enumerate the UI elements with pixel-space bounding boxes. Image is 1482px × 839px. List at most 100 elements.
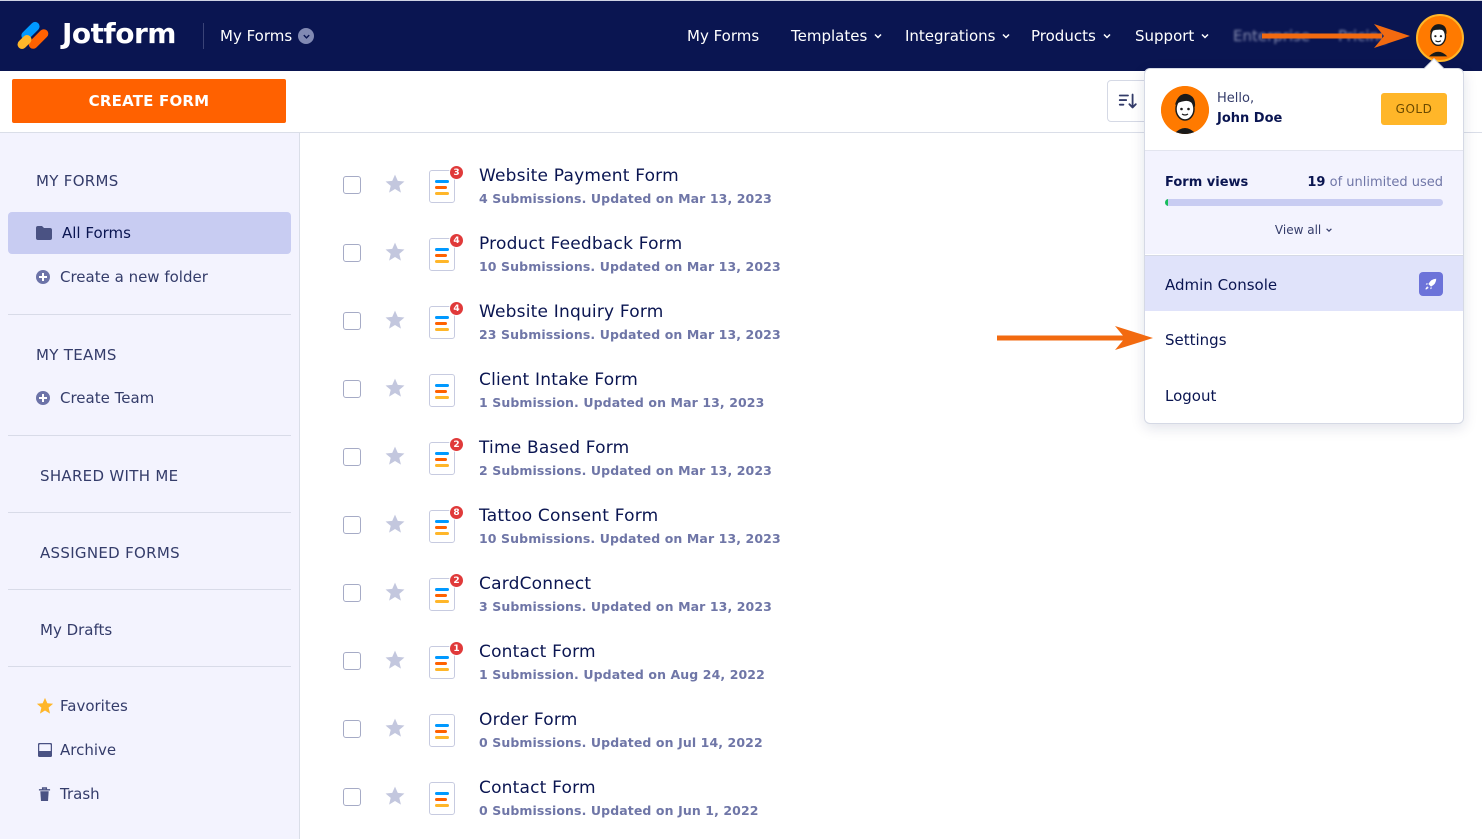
notification-badge: 2 — [449, 573, 464, 588]
form-row[interactable]: 1 Contact Form 1 Submission. Updated on Au… — [330, 641, 1130, 704]
form-icon — [429, 374, 455, 407]
jotform-logo[interactable]: Jotform — [15, 17, 176, 51]
sidebar-title-my-forms: MY FORMS — [36, 172, 119, 190]
form-meta: 3 Submissions. Updated on Mar 13, 2023 — [479, 599, 772, 614]
star-icon[interactable] — [384, 445, 406, 467]
form-meta: 1 Submission. Updated on Aug 24, 2022 — [479, 667, 765, 682]
form-meta: 0 Submissions. Updated on Jul 14, 2022 — [479, 735, 763, 750]
nav-my-forms[interactable]: My Forms — [687, 27, 759, 45]
jotform-logo-icon — [15, 18, 51, 51]
form-title[interactable]: CardConnect — [479, 574, 591, 594]
notification-badge: 4 — [449, 301, 464, 316]
account-menu: Hello, John Doe GOLD Form views 19 of un… — [1144, 58, 1464, 424]
sidebar-item-my-drafts[interactable]: My Drafts — [40, 621, 112, 639]
star-icon[interactable] — [384, 241, 406, 263]
form-row[interactable]: Order Form 0 Submissions. Updated on Jul … — [330, 710, 1130, 772]
sidebar-item-all-forms[interactable]: All Forms — [8, 212, 291, 254]
form-row[interactable]: 8 Tattoo Consent Form 10 Submissions. Upda… — [330, 505, 1130, 568]
nav-templates[interactable]: Templates — [791, 27, 883, 45]
form-select-checkbox[interactable] — [343, 720, 361, 738]
sidebar-item-label: All Forms — [62, 224, 131, 242]
sidebar-item-label: Create a new folder — [60, 268, 208, 286]
create-form-button[interactable]: CREATE FORM — [12, 79, 286, 123]
view-all-link[interactable]: View all — [1145, 223, 1463, 237]
form-title[interactable]: Client Intake Form — [479, 370, 638, 390]
plan-badge[interactable]: GOLD — [1381, 93, 1447, 125]
logout-item[interactable]: Logout — [1165, 387, 1216, 405]
form-select-checkbox[interactable] — [343, 516, 361, 534]
form-meta: 1 Submission. Updated on Mar 13, 2023 — [479, 395, 765, 410]
rocket-icon — [1419, 272, 1443, 296]
form-row[interactable]: 3 Website Payment Form 4 Submissions. Upda… — [330, 165, 1130, 228]
sort-button[interactable] — [1107, 80, 1149, 122]
form-title[interactable]: Website Inquiry Form — [479, 302, 664, 322]
star-icon[interactable] — [384, 309, 406, 331]
user-avatar-button[interactable] — [1416, 14, 1464, 62]
form-select-checkbox[interactable] — [343, 788, 361, 806]
nav-label: Products — [1031, 27, 1096, 45]
form-select-checkbox[interactable] — [343, 176, 361, 194]
form-row[interactable]: 4 Product Feedback Form 10 Submissions. Up… — [330, 233, 1130, 296]
form-title[interactable]: Order Form — [479, 710, 578, 730]
form-select-checkbox[interactable] — [343, 652, 361, 670]
form-row[interactable]: Contact Form 0 Submissions. Updated on Ju… — [330, 778, 1130, 839]
form-views-label: Form views — [1165, 175, 1249, 190]
trash-icon — [38, 786, 51, 801]
star-icon[interactable] — [384, 513, 406, 535]
sidebar-item-assigned-forms[interactable]: ASSIGNED FORMS — [40, 544, 180, 562]
avatar — [1161, 86, 1209, 134]
star-icon[interactable] — [384, 377, 406, 399]
divider — [203, 23, 204, 49]
nav-label: Templates — [791, 27, 868, 45]
form-select-checkbox[interactable] — [343, 244, 361, 262]
form-meta: 4 Submissions. Updated on Mar 13, 2023 — [479, 191, 772, 206]
form-row[interactable]: 2 CardConnect 3 Submissions. Updated on Ma… — [330, 573, 1130, 636]
form-title[interactable]: Time Based Form — [479, 438, 629, 458]
star-icon[interactable] — [384, 717, 406, 739]
form-title[interactable]: Website Payment Form — [479, 166, 679, 186]
form-select-checkbox[interactable] — [343, 448, 361, 466]
admin-console-item[interactable]: Admin Console — [1145, 255, 1463, 311]
form-views-progress — [1165, 199, 1443, 206]
form-select-checkbox[interactable] — [343, 312, 361, 330]
form-row[interactable]: Client Intake Form 1 Submission. Updated … — [330, 370, 1130, 432]
nav-support[interactable]: Support — [1135, 27, 1210, 45]
form-select-checkbox[interactable] — [343, 380, 361, 398]
sort-icon — [1118, 93, 1137, 109]
folder-icon — [36, 226, 52, 240]
create-team-link[interactable]: Create Team — [36, 389, 154, 407]
avatar-face-icon — [1418, 17, 1459, 59]
star-icon[interactable] — [384, 649, 406, 671]
chevron-down-icon — [1002, 33, 1010, 39]
sidebar-item-archive[interactable]: Archive — [38, 741, 116, 759]
settings-item[interactable]: Settings — [1165, 331, 1227, 349]
star-icon[interactable] — [384, 581, 406, 603]
create-folder-link[interactable]: Create a new folder — [36, 268, 208, 286]
nav-integrations[interactable]: Integrations — [905, 27, 1011, 45]
notification-badge: 3 — [449, 165, 464, 180]
form-title[interactable]: Product Feedback Form — [479, 234, 682, 254]
view-all-label: View all — [1274, 223, 1322, 237]
form-row[interactable]: 2 Time Based Form 2 Submissions. Updated o… — [330, 437, 1130, 500]
form-select-checkbox[interactable] — [343, 584, 361, 602]
divider — [8, 589, 291, 590]
section-switcher[interactable]: My Forms — [220, 27, 315, 45]
divider — [8, 314, 291, 315]
form-title[interactable]: Contact Form — [479, 778, 596, 798]
plus-circle-icon — [36, 270, 50, 284]
form-title[interactable]: Tattoo Consent Form — [479, 506, 658, 526]
greeting: Hello, — [1217, 91, 1255, 106]
sidebar: MY FORMS All Forms Create a new folder M… — [0, 132, 300, 839]
sidebar-item-shared-with-me[interactable]: SHARED WITH ME — [40, 467, 178, 485]
divider — [8, 512, 291, 513]
usage-panel: Form views 19 of unlimited used View all — [1145, 151, 1463, 254]
sidebar-item-favorites[interactable]: Favorites — [36, 697, 128, 715]
nav-products[interactable]: Products — [1031, 27, 1112, 45]
form-title[interactable]: Contact Form — [479, 642, 596, 662]
progress-fill — [1165, 199, 1168, 206]
sidebar-item-trash[interactable]: Trash — [38, 785, 100, 803]
form-meta: 0 Submissions. Updated on Jun 1, 2022 — [479, 803, 759, 818]
star-icon[interactable] — [384, 785, 406, 807]
star-icon[interactable] — [384, 173, 406, 195]
chevron-down-icon — [1103, 33, 1111, 39]
